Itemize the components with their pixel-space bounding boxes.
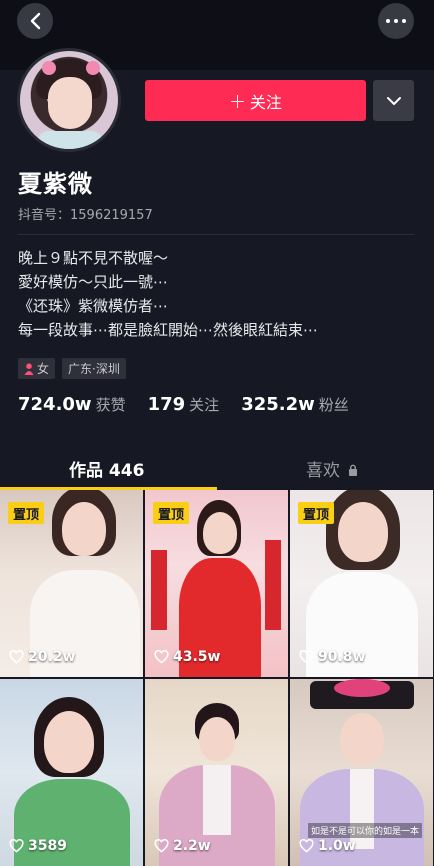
pinned-badge: 置顶 xyxy=(8,502,45,524)
tab-works[interactable]: 作品 446 xyxy=(69,456,144,481)
more-dots-icon xyxy=(386,19,390,23)
location-tag: 广东·深圳 xyxy=(62,358,126,379)
followers-label[interactable]: 粉丝 xyxy=(319,394,349,415)
plus-icon: + xyxy=(229,88,246,113)
follow-button[interactable]: + 关注 xyxy=(145,80,366,121)
heart-outline-icon xyxy=(9,650,24,664)
profile-name: 夏紫微 xyxy=(18,170,93,198)
video-thumbnail[interactable]: 置顶 43.5w xyxy=(145,490,288,677)
profile-tabs: 作品 446 喜欢 xyxy=(0,446,434,490)
video-likes: 90.8w xyxy=(299,649,365,665)
bio: 晚上９點不見不散喔～ 愛好模仿～只此一號⋯ 《还珠》紫微模仿者⋯ 每一段故事⋯都… xyxy=(18,246,318,342)
video-likes: 2.2w xyxy=(154,838,211,854)
female-icon xyxy=(24,362,34,375)
bio-line: 晚上９點不見不散喔～ xyxy=(18,249,169,267)
video-likes: 43.5w xyxy=(154,649,220,665)
divider xyxy=(18,234,414,235)
chevron-down-icon xyxy=(386,96,401,105)
video-thumbnail[interactable]: 置顶 90.8w xyxy=(290,490,433,677)
bio-line: 每一段故事⋯都是臉紅開始⋯然後眼紅結束⋯ xyxy=(18,321,319,339)
video-likes: 3589 xyxy=(9,838,67,854)
likes-count: 724.0w xyxy=(18,394,92,415)
back-button[interactable] xyxy=(17,3,53,39)
video-thumbnail[interactable]: 如是不是可以你的如是一本 1.0w xyxy=(290,679,433,866)
douyin-id[interactable]: 抖音号：1596219157 xyxy=(18,204,153,223)
video-likes: 1.0w xyxy=(299,838,356,854)
video-thumbnail[interactable]: 置顶 20.2w xyxy=(0,490,143,677)
pinned-badge: 置顶 xyxy=(153,502,190,524)
heart-outline-icon xyxy=(154,839,169,853)
bio-line: 《还珠》紫微模仿者⋯ xyxy=(18,297,169,315)
following-count[interactable]: 179 xyxy=(148,394,186,415)
location-label: 广东·深圳 xyxy=(68,362,120,376)
heart-outline-icon xyxy=(154,650,169,664)
video-thumbnail[interactable]: 3589 xyxy=(0,679,143,866)
bio-line: 愛好模仿～只此一號⋯ xyxy=(18,273,169,291)
more-button[interactable] xyxy=(378,3,414,39)
heart-outline-icon xyxy=(9,839,24,853)
followers-count[interactable]: 325.2w xyxy=(241,394,315,415)
video-likes: 20.2w xyxy=(9,649,75,665)
gender-label: 女 xyxy=(37,362,50,376)
video-caption: 如是不是可以你的如是一本 xyxy=(308,823,423,838)
lock-icon xyxy=(349,464,358,476)
follow-label: 关注 xyxy=(249,92,282,112)
stats-row: 724.0w 获赞 179 关注 325.2w 粉丝 xyxy=(18,394,371,415)
likes-label: 获赞 xyxy=(95,396,126,414)
gender-tag: 女 xyxy=(18,358,56,379)
heart-outline-icon xyxy=(299,839,314,853)
tab-likes-label: 喜欢 xyxy=(306,461,340,481)
tab-likes[interactable]: 喜欢 xyxy=(306,456,358,481)
following-label[interactable]: 关注 xyxy=(189,394,219,415)
heart-outline-icon xyxy=(299,650,314,664)
video-thumbnail[interactable]: 2.2w xyxy=(145,679,288,866)
recommend-dropdown-button[interactable] xyxy=(373,80,414,121)
video-grid: 置顶 20.2w 置顶 43.5w 置顶 90.8w 3589 2.2w 如是不… xyxy=(0,490,434,866)
pinned-badge: 置顶 xyxy=(298,502,335,524)
back-chevron-icon xyxy=(30,12,41,30)
avatar[interactable] xyxy=(17,48,121,152)
